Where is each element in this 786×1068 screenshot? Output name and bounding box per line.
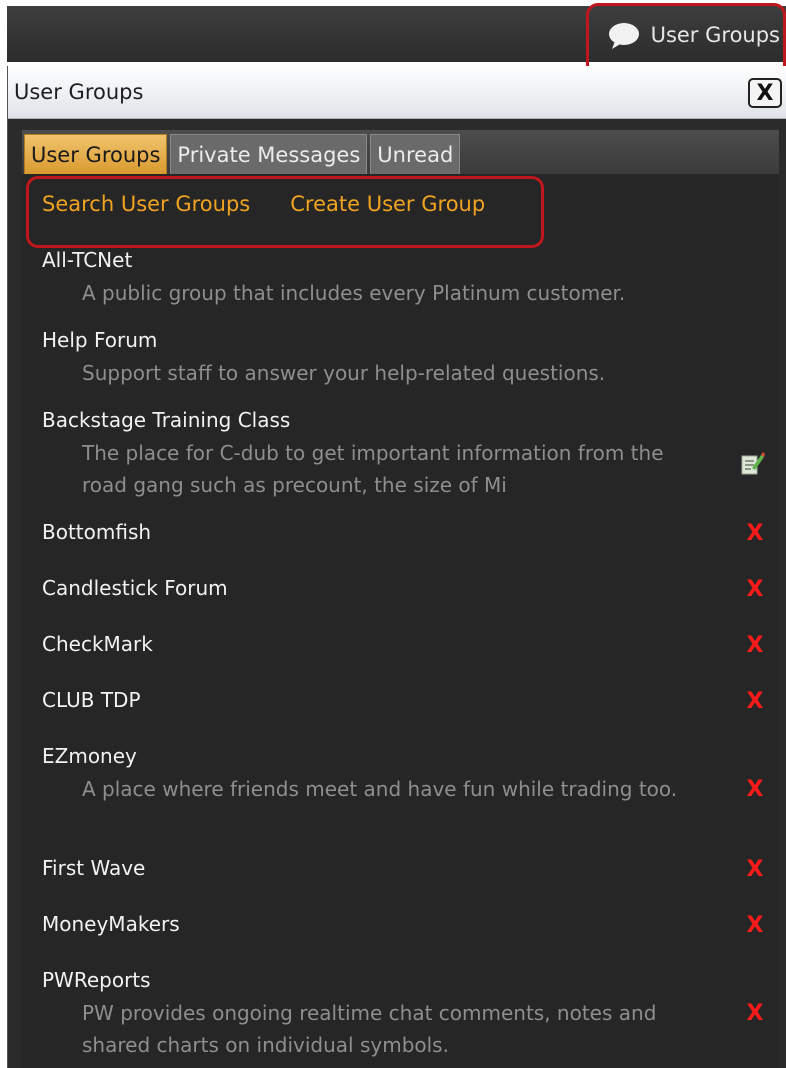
edit-icon[interactable]: [739, 451, 765, 477]
close-button[interactable]: X: [748, 78, 782, 108]
list-item[interactable]: MoneyMakers X: [42, 909, 765, 941]
tab-strip: User Groups Private Messages Unread: [22, 130, 779, 174]
user-groups-launcher-button[interactable]: User Groups: [607, 20, 780, 50]
group-name: PWReports: [42, 968, 151, 992]
delete-icon[interactable]: X: [745, 579, 765, 601]
tab-content: User Groups Private Messages Unread Sear…: [22, 130, 779, 1068]
delete-icon[interactable]: X: [745, 635, 765, 657]
list-item[interactable]: PWReports PW provides ongoing realtime c…: [42, 965, 765, 1061]
tab-unread[interactable]: Unread: [370, 134, 461, 174]
top-toolbar: User Groups: [7, 6, 786, 62]
delete-icon[interactable]: X: [745, 779, 765, 801]
list-item[interactable]: All-TCNet A public group that includes e…: [42, 245, 765, 309]
list-item[interactable]: EZmoney A place where friends meet and h…: [42, 741, 765, 805]
tab-private-messages[interactable]: Private Messages: [170, 134, 368, 174]
search-user-groups-link[interactable]: Search User Groups: [42, 192, 250, 216]
group-name: Candlestick Forum: [42, 576, 228, 600]
list-item[interactable]: CheckMark X: [42, 629, 765, 661]
group-description: Support staff to answer your help-relate…: [82, 361, 606, 385]
delete-icon[interactable]: X: [745, 859, 765, 881]
delete-icon[interactable]: X: [745, 523, 765, 545]
group-name: All-TCNet: [42, 248, 133, 272]
group-name: CLUB TDP: [42, 688, 141, 712]
group-description: PW provides ongoing realtime chat commen…: [82, 1001, 657, 1057]
group-description: A public group that includes every Plati…: [82, 281, 626, 305]
group-name: First Wave: [42, 856, 146, 880]
list-item[interactable]: Help Forum Support staff to answer your …: [42, 325, 765, 389]
user-groups-launcher-label: User Groups: [650, 23, 780, 47]
list-item[interactable]: Candlestick Forum X: [42, 573, 765, 605]
group-name: Backstage Training Class: [42, 408, 291, 432]
group-name: EZmoney: [42, 744, 137, 768]
tab-user-groups[interactable]: User Groups: [24, 134, 168, 174]
group-name: CheckMark: [42, 632, 153, 656]
group-description: A place where friends meet and have fun …: [82, 777, 678, 801]
group-name: Help Forum: [42, 328, 158, 352]
group-name: MoneyMakers: [42, 912, 180, 936]
create-user-group-link[interactable]: Create User Group: [290, 192, 485, 216]
list-item[interactable]: First Wave X: [42, 853, 765, 885]
delete-icon[interactable]: X: [745, 691, 765, 713]
list-item[interactable]: Bottomfish X: [42, 517, 765, 549]
chat-bubble-icon: [607, 22, 641, 49]
group-description: The place for C-dub to get important inf…: [82, 441, 664, 497]
panel-title: User Groups: [14, 80, 144, 104]
list-item[interactable]: CLUB TDP X: [42, 685, 765, 717]
user-groups-panel: User Groups X User Groups Private Messag…: [7, 66, 786, 1068]
panel-header: User Groups X: [8, 66, 786, 119]
group-actions: Search User Groups Create User Group: [42, 192, 485, 216]
list-item[interactable]: Backstage Training Class The place for C…: [42, 405, 765, 501]
group-name: Bottomfish: [42, 520, 152, 544]
delete-icon[interactable]: X: [745, 915, 765, 937]
delete-icon[interactable]: X: [745, 1003, 765, 1025]
